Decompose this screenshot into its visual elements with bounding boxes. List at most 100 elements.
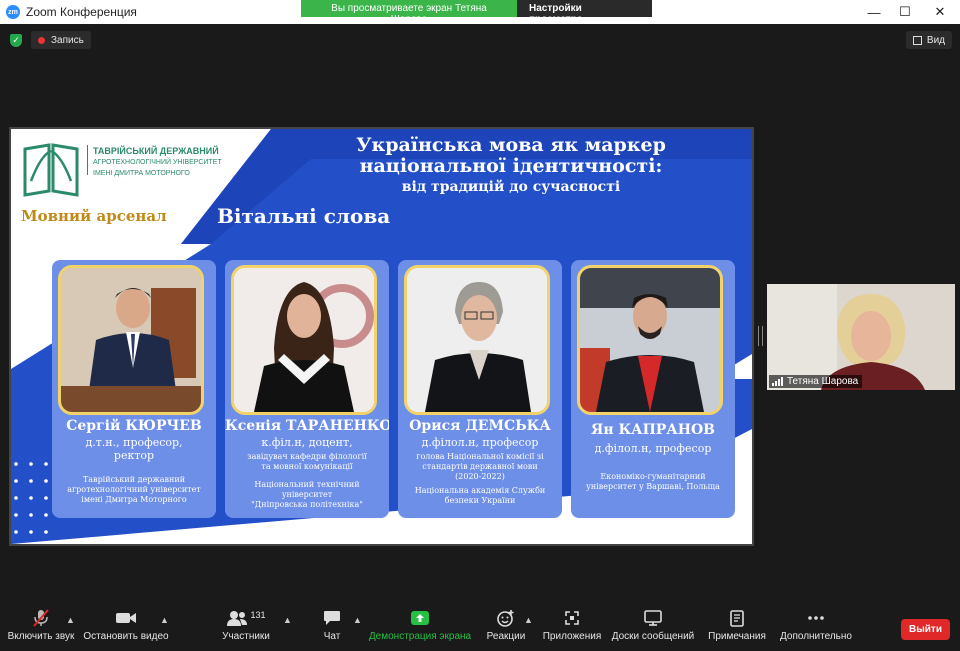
speaker-card: Ксенія ТАРАНЕНКО к.філ.н, доцент, завіду… — [225, 260, 389, 518]
share-screen-icon — [410, 605, 430, 631]
slide-title: Українська мова як маркер національної і… — [281, 135, 741, 177]
university-line2: АГРОТЕХНОЛОГІЧНИЙ УНІВЕРСИТЕТ — [93, 159, 222, 166]
notes-button[interactable]: Примечания — [708, 605, 766, 651]
recording-indicator[interactable]: Запись — [31, 31, 91, 49]
section-title: Вітальні слова — [217, 204, 391, 228]
meeting-toolbar: Включить звук ▲ Остановить видео ▲ 131 У… — [0, 605, 960, 651]
signal-strength-icon — [772, 377, 783, 386]
slide-title-line1: Українська мова як маркер — [356, 134, 666, 156]
speaker-role-line1: к.філ.н, доцент, — [261, 436, 353, 449]
leave-button[interactable]: Выйти — [901, 619, 950, 640]
speaker-role-line1: д.філол.н, професор — [594, 442, 712, 455]
window-title: Zoom Конференция — [26, 5, 137, 19]
slide-title-line2: національної ідентичності: — [359, 155, 663, 177]
speaker-affiliation: голова Національної комісії зі стандарті… — [402, 452, 558, 506]
chevron-down-icon: ▼ — [592, 15, 601, 24]
speaker-affiliation-line4: "Дніпровська політехніка" — [251, 500, 363, 509]
view-settings-button[interactable]: Настройки просмотра ▼ — [517, 0, 652, 25]
muted-microphone-icon — [32, 605, 50, 631]
speaker-role-line2: ректор — [113, 449, 155, 462]
stop-video-button[interactable]: Остановить видео — [83, 605, 169, 651]
notes-label: Примечания — [708, 631, 766, 642]
apps-button[interactable]: Приложения — [542, 605, 602, 651]
speaker-card: Ян КАПРАНОВ д.філол.н, професор Економік… — [571, 260, 735, 518]
participants-button[interactable]: 131 Участники — [218, 605, 274, 651]
chat-bubble-icon — [323, 605, 341, 631]
participant-name-tag: Тетяна Шарова — [769, 375, 863, 388]
participant-video[interactable]: Тетяна Шарова — [767, 284, 955, 390]
whiteboards-button[interactable]: Доски сообщений — [612, 605, 694, 651]
speaker-affiliation-line2: університет у Варшаві, Польща — [586, 482, 720, 491]
speaker-photo — [58, 265, 204, 415]
speaker-photo-image — [407, 268, 547, 412]
share-screen-label: Демонстрация экрана — [368, 631, 472, 642]
decorative-dots — [14, 462, 48, 534]
speaker-affiliation-line2: стандартів державної мови — [422, 462, 538, 471]
record-dot-icon — [38, 36, 45, 44]
university-line3: ІМЕНІ ДМИТРА МОТОРНОГО — [93, 170, 190, 177]
unmute-button[interactable]: Включить звук — [6, 605, 76, 651]
speaker-role-line1: д.філол.н, професор — [421, 436, 539, 449]
chevron-up-icon[interactable]: ▲ — [160, 615, 169, 625]
title-bar: zm Zoom Конференция Вы просматриваете эк… — [0, 0, 960, 25]
stop-video-label: Остановить видео — [83, 631, 169, 642]
apps-label: Приложения — [542, 631, 602, 642]
unmute-label: Включить звук — [7, 631, 75, 642]
reactions-button[interactable]: Реакции — [486, 605, 526, 651]
share-banner: Вы просматриваете экран Тетяна Шарова На… — [301, 0, 652, 25]
speaker-role: д.т.н., професор, ректор — [52, 436, 216, 462]
chevron-up-icon[interactable]: ▲ — [353, 615, 362, 625]
speaker-card: Сергій КЮРЧЕВ д.т.н., професор, ректор Т… — [52, 260, 216, 518]
speaker-role: к.філ.н, доцент, — [225, 436, 389, 449]
speaker-role: д.філол.н, професор — [398, 436, 562, 449]
video-camera-icon — [115, 605, 137, 631]
chevron-up-icon[interactable]: ▲ — [524, 615, 533, 625]
zoom-logo-icon: zm — [6, 5, 20, 19]
slide-subtitle: від традицій до сучасності — [401, 179, 621, 195]
speaker-photo-image — [61, 268, 201, 412]
speaker-photo-image — [234, 268, 374, 412]
speaker-affiliation-line4: Національна академія Служби безпеки Укра… — [414, 486, 546, 505]
speaker-affiliation-line3: імені Дмитра Моторного — [81, 495, 187, 504]
maximize-button[interactable]: ☐ — [888, 0, 922, 24]
minimize-button[interactable]: — — [857, 0, 891, 24]
speaker-role-line1: д.т.н., професор, — [85, 436, 183, 449]
security-shield-icon[interactable]: ✓ — [10, 34, 22, 47]
speaker-affiliation-line1: Економіко-гуманітарний — [600, 472, 706, 481]
brand-title: Мовний арсенал — [21, 207, 167, 225]
university-logo-icon — [23, 143, 79, 197]
speaker-photo-image — [580, 268, 720, 412]
smiley-icon — [497, 605, 515, 631]
chevron-up-icon[interactable]: ▲ — [283, 615, 292, 625]
participants-icon: 131 — [226, 605, 266, 631]
speaker-name: Сергій КЮРЧЕВ — [66, 418, 202, 434]
speaker-name: Ксенія ТАРАНЕНКО — [225, 418, 389, 434]
whiteboard-icon — [644, 605, 662, 631]
share-screen-button[interactable]: Демонстрация экрана — [368, 605, 472, 651]
speaker-name: Ян КАПРАНОВ — [590, 422, 715, 438]
shared-screen: ТАВРІЙСЬКИЙ ДЕРЖАВНИЙ АГРОТЕХНОЛОГІЧНИЙ … — [9, 127, 754, 546]
university-line1: ТАВРІЙСЬКИЙ ДЕРЖАВНИЙ — [93, 146, 219, 156]
participants-label: Участники — [222, 631, 270, 642]
view-settings-label: Настройки просмотра — [529, 3, 583, 25]
split-view-handle[interactable] — [758, 326, 763, 346]
speaker-name: Орися ДЕМСЬКА — [409, 418, 551, 434]
speaker-affiliation-line2: та мовної комунікації — [261, 462, 353, 471]
speaker-affiliation-line2: агротехнологічний університет — [67, 485, 201, 494]
apps-icon — [564, 605, 580, 631]
notes-icon — [730, 605, 744, 631]
participants-count: 131 — [250, 610, 266, 620]
close-button[interactable]: ✕ — [923, 0, 957, 24]
chevron-up-icon[interactable]: ▲ — [66, 615, 75, 625]
speaker-affiliation-line1: Таврійський державний — [82, 475, 186, 484]
more-button[interactable]: Дополнительно — [780, 605, 852, 651]
more-label: Дополнительно — [780, 631, 852, 642]
view-button[interactable]: Вид — [905, 31, 952, 49]
speaker-card: Орися ДЕМСЬКА д.філол.н, професор голова… — [398, 260, 562, 518]
chat-button[interactable]: Чат — [318, 605, 346, 651]
whiteboards-label: Доски сообщений — [611, 631, 695, 642]
speaker-affiliation-line3: (2020-2022) — [455, 472, 505, 481]
speaker-affiliation: Таврійський державний агротехнологічний … — [56, 475, 212, 505]
recording-label: Запись — [51, 34, 84, 46]
chat-label: Чат — [323, 631, 341, 642]
